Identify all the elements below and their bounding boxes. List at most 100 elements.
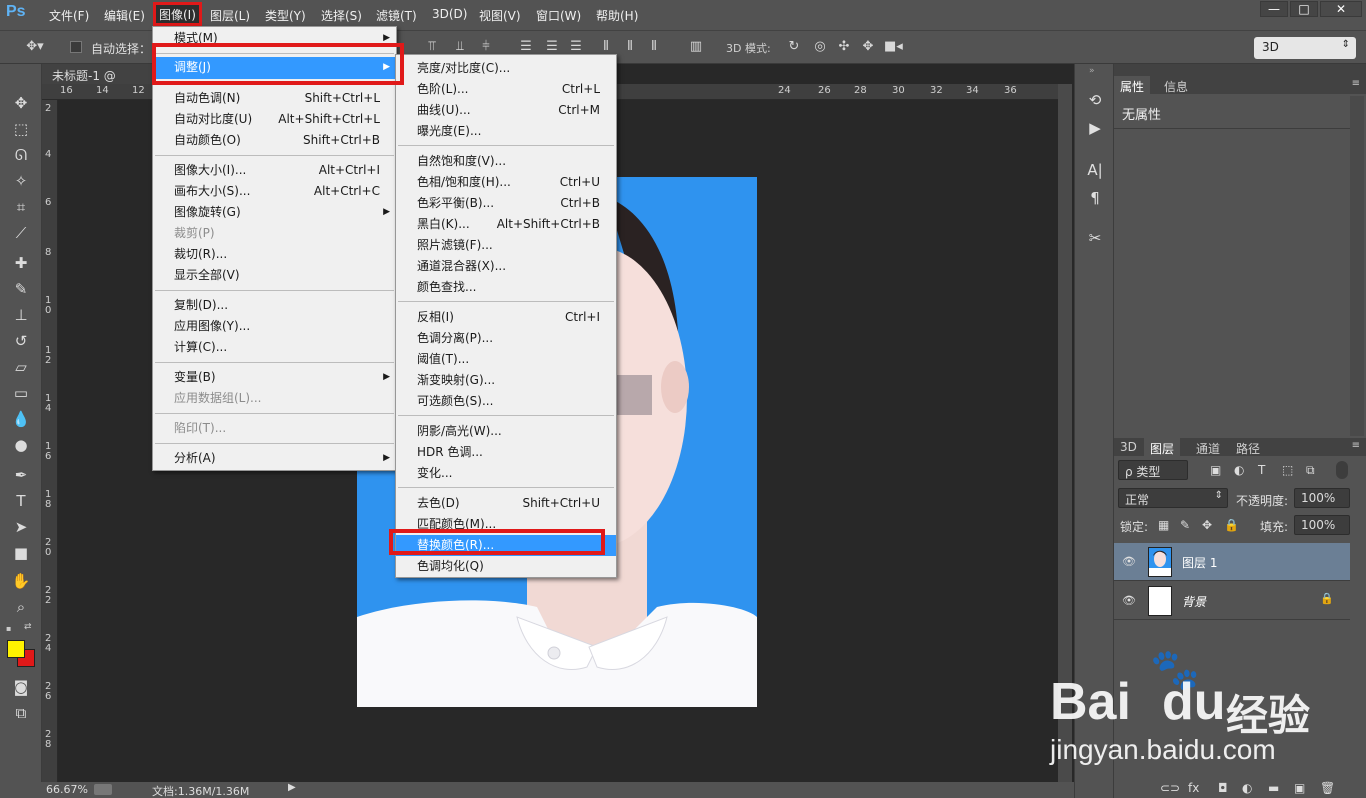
- lock-all-icon[interactable]: 🔒: [1224, 518, 1239, 532]
- lock-pixels-icon[interactable]: ✎: [1180, 518, 1190, 532]
- menu-item-gradient-map[interactable]: 渐变映射(G)...: [396, 370, 616, 391]
- menu-item-color-lookup[interactable]: 颜色查找...: [396, 277, 616, 298]
- menu-item-auto-tone[interactable]: 自动色调(N) Shift+Ctrl+L: [153, 88, 396, 109]
- pen-tool-icon[interactable]: ✒: [10, 464, 32, 486]
- filter-type-icon[interactable]: T: [1258, 463, 1265, 477]
- gradient-tool-icon[interactable]: ▭: [10, 382, 32, 404]
- menu-edit[interactable]: 编辑(E): [104, 7, 145, 25]
- crop-tool-icon[interactable]: ⌗: [10, 196, 32, 218]
- dodge-tool-icon[interactable]: ●: [10, 434, 32, 456]
- menu-item-calculations[interactable]: 计算(C)...: [153, 337, 396, 358]
- menu-item-variables[interactable]: 变量(B) ▶: [153, 367, 396, 388]
- layer-style-icon[interactable]: fx: [1188, 781, 1199, 795]
- menu-item-photo-filter[interactable]: 照片滤镜(F)...: [396, 235, 616, 256]
- distribute-right-icon[interactable]: ⫴: [646, 39, 662, 55]
- distribute-bottom-icon[interactable]: ☰: [568, 39, 584, 55]
- menu-item-adjust[interactable]: 调整(J) ▶: [153, 57, 396, 79]
- menu-item-match-color[interactable]: 匹配颜色(M)...: [396, 514, 616, 535]
- menu-item-curves[interactable]: 曲线(U)... Ctrl+M: [396, 100, 616, 121]
- move-tool-icon[interactable]: ✥: [10, 92, 32, 114]
- tab-layers[interactable]: 图层: [1144, 438, 1181, 459]
- menu-item-trim[interactable]: 裁切(R)...: [153, 244, 396, 265]
- history-brush-tool-icon[interactable]: ↺: [10, 330, 32, 352]
- lasso-tool-icon[interactable]: ᘏ: [10, 144, 32, 166]
- status-menu-arrow-icon[interactable]: ▶: [288, 782, 296, 793]
- hand-tool-icon[interactable]: ✋: [10, 570, 32, 592]
- tab-channels[interactable]: 通道: [1190, 438, 1226, 459]
- tab-info[interactable]: 信息: [1158, 76, 1194, 97]
- menu-item-desaturate[interactable]: 去色(D) Shift+Ctrl+U: [396, 493, 616, 514]
- delete-layer-icon[interactable]: 🗑: [1320, 781, 1335, 795]
- lock-transparent-icon[interactable]: ▦: [1158, 518, 1169, 532]
- layer-name[interactable]: 图层 1: [1182, 554, 1217, 571]
- menu-item-threshold[interactable]: 阈值(T)...: [396, 349, 616, 370]
- adjustment-layer-icon[interactable]: ◐: [1242, 781, 1252, 795]
- filter-shape-icon[interactable]: ⬚: [1282, 463, 1293, 477]
- eraser-tool-icon[interactable]: ▱: [10, 356, 32, 378]
- filter-smart-icon[interactable]: ⧉: [1306, 463, 1315, 478]
- menu-item-invert[interactable]: 反相(I) Ctrl+I: [396, 307, 616, 328]
- menu-item-canvas-size[interactable]: 画布大小(S)... Alt+Ctrl+C: [153, 181, 396, 202]
- menu-view[interactable]: 视图(V): [479, 7, 521, 25]
- menu-item-auto-contrast[interactable]: 自动对比度(U) Alt+Shift+Ctrl+L: [153, 109, 396, 130]
- menu-item-apply-image[interactable]: 应用图像(Y)...: [153, 316, 396, 337]
- eyedropper-tool-icon[interactable]: ⟋: [10, 222, 32, 244]
- magic-wand-tool-icon[interactable]: ✧: [10, 170, 32, 192]
- 3d-roll-icon[interactable]: ◎: [812, 39, 828, 55]
- filter-toggle[interactable]: [1336, 461, 1348, 479]
- menu-item-mode[interactable]: 模式(M) ▶: [153, 28, 396, 49]
- menu-item-levels[interactable]: 色阶(L)... Ctrl+L: [396, 79, 616, 100]
- close-button[interactable]: ✕: [1320, 1, 1362, 17]
- type-tool-icon[interactable]: T: [10, 490, 32, 512]
- brush-tool-icon[interactable]: ✎: [10, 278, 32, 300]
- menu-item-exposure[interactable]: 曝光度(E)...: [396, 121, 616, 142]
- menu-3d[interactable]: 3D(D): [432, 7, 467, 25]
- menu-item-image-rotation[interactable]: 图像旋转(G) ▶: [153, 202, 396, 223]
- quick-mask-icon[interactable]: ◙: [10, 676, 32, 698]
- align-vcenter-icon[interactable]: ⫫: [452, 39, 468, 55]
- menu-item-equalize[interactable]: 色调均化(Q): [396, 556, 616, 577]
- menu-item-image-size[interactable]: 图像大小(I)... Alt+Ctrl+I: [153, 160, 396, 181]
- 3d-rotate-icon[interactable]: ↻: [786, 39, 802, 55]
- rectangle-tool-icon[interactable]: ■: [10, 542, 32, 564]
- 3d-scale-icon[interactable]: ■◂: [884, 39, 903, 55]
- character-panel-icon[interactable]: A|: [1085, 160, 1105, 180]
- menu-item-vibrance[interactable]: 自然饱和度(V)...: [396, 151, 616, 172]
- distribute-top-icon[interactable]: ☰: [518, 39, 534, 55]
- panel-menu-icon[interactable]: ≡: [1352, 78, 1360, 89]
- minimize-button[interactable]: —: [1260, 1, 1288, 17]
- menu-item-shadows-highlights[interactable]: 阴影/高光(W)...: [396, 421, 616, 442]
- swap-colors-icon[interactable]: ⇄: [24, 622, 36, 634]
- menu-window[interactable]: 窗口(W): [536, 7, 581, 25]
- layer-row[interactable]: 👁 背景 🔒: [1114, 582, 1350, 620]
- menu-item-auto-color[interactable]: 自动颜色(O) Shift+Ctrl+B: [153, 130, 396, 151]
- move-tool-preset-icon[interactable]: ✥▾: [24, 39, 46, 55]
- fill-input[interactable]: 100%: [1294, 515, 1350, 535]
- menu-item-brightness-contrast[interactable]: 亮度/对比度(C)...: [396, 58, 616, 79]
- default-colors-icon[interactable]: ▪: [6, 624, 16, 634]
- menu-image[interactable]: 图像(I): [153, 2, 202, 26]
- auto-select-checkbox[interactable]: [70, 41, 82, 53]
- menu-select[interactable]: 选择(S): [321, 7, 362, 25]
- history-panel-icon[interactable]: ⟲: [1085, 90, 1105, 110]
- menu-item-reveal-all[interactable]: 显示全部(V): [153, 265, 396, 286]
- menu-type[interactable]: 类型(Y): [265, 7, 306, 25]
- foreground-color-swatch[interactable]: [7, 640, 25, 658]
- tab-paths[interactable]: 路径: [1230, 438, 1266, 459]
- menu-item-selective-color[interactable]: 可选颜色(S)...: [396, 391, 616, 412]
- distribute-left-icon[interactable]: ⫴: [598, 39, 614, 55]
- align-top-icon[interactable]: ⫪: [424, 39, 440, 55]
- distribute-vcenter-icon[interactable]: ☰: [544, 39, 560, 55]
- menu-help[interactable]: 帮助(H): [596, 7, 638, 25]
- menu-file[interactable]: 文件(F): [49, 7, 89, 25]
- layers-menu-icon[interactable]: ≡: [1352, 440, 1360, 451]
- link-layers-icon[interactable]: ⊂⊃: [1160, 781, 1180, 795]
- blend-mode-select[interactable]: 正常 ⇕: [1118, 488, 1228, 508]
- collapse-icon[interactable]: »: [1089, 66, 1095, 76]
- menu-item-posterize[interactable]: 色调分离(P)...: [396, 328, 616, 349]
- menu-item-black-white[interactable]: 黑白(K)... Alt+Shift+Ctrl+B: [396, 214, 616, 235]
- path-selection-tool-icon[interactable]: ➤: [10, 516, 32, 538]
- tab-3d[interactable]: 3D: [1114, 438, 1143, 456]
- visibility-eye-icon[interactable]: 👁: [1122, 594, 1136, 608]
- zoom-tool-icon[interactable]: ⌕: [10, 596, 32, 618]
